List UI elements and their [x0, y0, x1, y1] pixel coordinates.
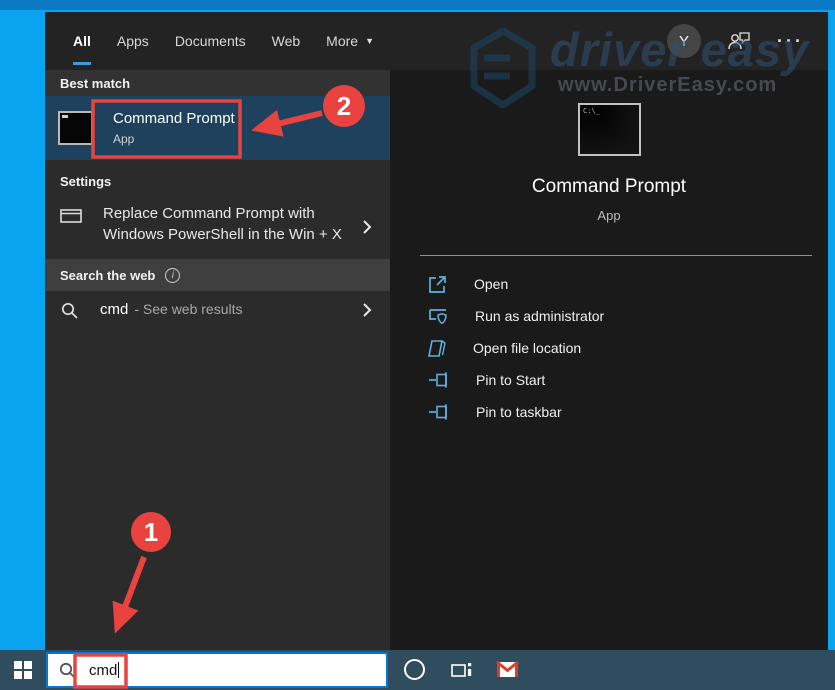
- start-search-flyout: All Apps Documents Web More ▼ Y ··· Best…: [45, 12, 828, 650]
- search-icon: [59, 662, 76, 679]
- action-pin-to-taskbar-label: Pin to taskbar: [476, 404, 562, 420]
- gmail-icon[interactable]: [496, 661, 519, 678]
- settings-result-replace-cmd[interactable]: Replace Command Prompt with Windows Powe…: [45, 195, 390, 259]
- console-window-icon: [60, 209, 82, 223]
- tab-more-label: More: [326, 33, 359, 49]
- tab-more[interactable]: More ▼: [326, 12, 374, 70]
- more-options-button[interactable]: ···: [777, 31, 804, 52]
- preview-pane: C:\_ Command Prompt App Open Run as admi…: [390, 70, 828, 650]
- admin-shield-icon: [429, 308, 447, 324]
- tab-all[interactable]: All: [73, 12, 91, 70]
- tab-apps[interactable]: Apps: [117, 12, 149, 70]
- best-match-subtitle: App: [113, 132, 135, 146]
- desktop-top-edge: [0, 0, 835, 10]
- action-pin-to-taskbar[interactable]: Pin to taskbar: [390, 396, 828, 428]
- web-search-result-cmd[interactable]: cmd - See web results: [45, 291, 390, 329]
- info-icon[interactable]: i: [165, 267, 181, 283]
- preview-subtitle: App: [597, 208, 621, 223]
- web-result-label: cmd - See web results: [100, 301, 243, 318]
- cortana-icon[interactable]: [404, 659, 425, 680]
- best-match-header: Best match: [45, 70, 390, 96]
- action-run-admin-label: Run as administrator: [475, 308, 605, 324]
- tab-documents[interactable]: Documents: [175, 12, 246, 70]
- command-prompt-icon-large: C:\_: [578, 103, 641, 156]
- tab-all-label: All: [73, 33, 91, 49]
- tab-web[interactable]: Web: [272, 12, 301, 70]
- feedback-icon[interactable]: [727, 30, 751, 52]
- open-icon: [429, 275, 446, 293]
- action-open-file-location[interactable]: Open file location: [390, 332, 828, 364]
- pin-icon: [429, 404, 447, 420]
- search-icon: [61, 302, 78, 319]
- file-location-icon: [428, 339, 446, 357]
- settings-section-header: Settings: [60, 174, 112, 189]
- settings-result-label: Replace Command Prompt with Windows Powe…: [103, 205, 342, 243]
- action-open[interactable]: Open: [390, 268, 828, 300]
- action-open-label: Open: [474, 276, 509, 292]
- search-the-web-header: Search the web i: [45, 259, 390, 291]
- search-the-web-label: Search the web: [60, 267, 156, 283]
- best-match-title: Command Prompt: [113, 110, 235, 127]
- preview-title: Command Prompt: [531, 176, 687, 197]
- best-match-header-label: Best match: [60, 75, 131, 91]
- chevron-right-icon[interactable]: [362, 219, 372, 235]
- command-prompt-icon: [58, 111, 93, 145]
- user-avatar[interactable]: Y: [667, 24, 702, 58]
- start-button[interactable]: [0, 650, 45, 690]
- tab-apps-label: Apps: [116, 33, 149, 49]
- task-view-icon[interactable]: [451, 660, 473, 680]
- pin-icon: [429, 372, 447, 388]
- tab-documents-label: Documents: [174, 33, 246, 49]
- action-run-as-administrator[interactable]: Run as administrator: [390, 300, 828, 332]
- action-open-file-location-label: Open file location: [473, 340, 582, 356]
- divider: [420, 255, 812, 256]
- text-cursor: [118, 662, 120, 678]
- best-match-result-command-prompt[interactable]: Command Prompt App: [45, 96, 390, 160]
- taskbar: cmd: [0, 650, 835, 690]
- tab-web-label: Web: [271, 33, 301, 49]
- search-results-list: Best match Command Prompt App Settings R…: [45, 70, 390, 650]
- windows-logo-icon: [13, 661, 32, 679]
- taskbar-search-box[interactable]: cmd: [46, 652, 388, 688]
- action-pin-to-start[interactable]: Pin to Start: [390, 364, 828, 396]
- taskbar-search-input[interactable]: cmd: [89, 662, 117, 679]
- chevron-down-icon: ▼: [365, 36, 374, 46]
- action-pin-to-start-label: Pin to Start: [476, 372, 546, 388]
- context-actions: Open Run as administrator Open file loca…: [390, 268, 828, 428]
- search-filter-tabbar: All Apps Documents Web More ▼ Y ···: [45, 12, 828, 70]
- active-tab-underline: [73, 62, 91, 65]
- chevron-right-icon[interactable]: [362, 302, 372, 318]
